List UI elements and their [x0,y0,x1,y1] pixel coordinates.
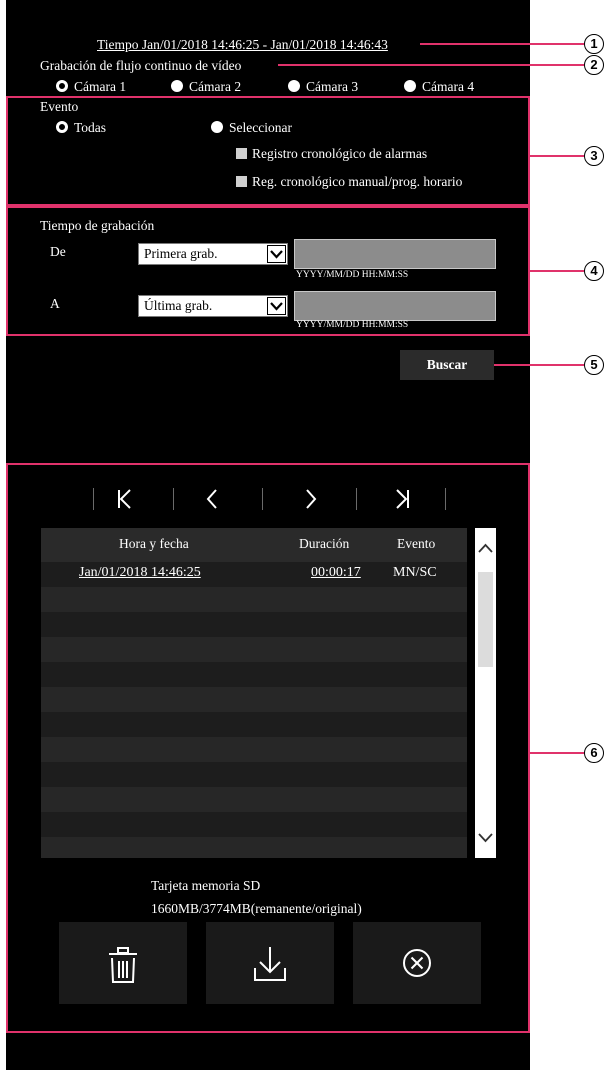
table-row[interactable]: Jan/01/2018 14:46:25 00:00:17 MN/SC [41,562,467,587]
callout-line-3 [530,155,584,157]
callout-5: 5 [584,355,604,375]
column-header-datetime: Hora y fecha [119,536,189,551]
chevron-down-icon[interactable] [477,832,494,844]
trash-icon [109,947,137,983]
chevron-down-icon [267,245,286,263]
chevron-up-icon[interactable] [477,542,494,554]
camera-2-label: Cámara 2 [189,79,242,94]
last-page-button[interactable] [392,487,412,515]
sd-card-capacity: 1660MB/3774MB(remanente/original) [151,901,362,916]
table-row [41,737,467,762]
nav-separator [356,488,357,510]
chevron-left-icon [206,489,217,509]
from-datetime-input[interactable] [294,239,496,269]
radio-selected-icon [56,80,68,92]
radio-unselected-icon [171,80,183,92]
chevron-down-icon [267,297,286,315]
callout-line-4 [530,270,584,272]
table-row [41,812,467,837]
chevron-right-icon [306,489,317,509]
alarm-log-label: Registro cronológico de alarmas [252,146,428,161]
camera-2-radio[interactable]: Cámara 2 [171,79,241,95]
from-select[interactable]: Primera grab. [138,243,288,265]
nav-separator [445,488,446,510]
manual-log-checkbox[interactable]: Reg. cronológico manual/prog. horario [236,174,462,190]
download-button[interactable] [206,922,334,1004]
checkbox-icon [236,148,247,159]
scrollbar-thumb[interactable] [478,572,493,667]
camera-3-label: Cámara 3 [306,79,359,94]
table-row [41,587,467,612]
radio-selected-icon [56,121,68,133]
manual-log-label: Reg. cronológico manual/prog. horario [252,174,463,189]
table-row [41,637,467,662]
table-row [41,612,467,637]
radio-unselected-icon [404,80,416,92]
next-page-button[interactable] [303,487,319,515]
row-datetime-link[interactable]: Jan/01/2018 14:46:25 [79,565,201,581]
event-select-radio[interactable]: Seleccionar [211,120,292,136]
table-row [41,762,467,787]
sd-card-title: Tarjeta memoria SD [151,878,261,893]
callout-line-5 [494,364,584,366]
column-header-event: Evento [397,536,436,551]
table-row [41,837,467,858]
table-row [41,687,467,712]
recording-time-title: Tiempo de grabación [40,218,155,233]
to-datetime-input[interactable] [294,291,496,321]
event-all-label: Todas [74,120,107,135]
callout-line-6 [530,752,584,754]
event-all-radio[interactable]: Todas [56,120,106,136]
nav-separator [93,488,94,510]
cancel-button[interactable] [353,922,481,1004]
camera-1-radio[interactable]: Cámara 1 [56,79,126,95]
radio-unselected-icon [211,121,223,133]
prev-page-button[interactable] [204,487,220,515]
callout-6: 6 [584,743,604,763]
delete-button[interactable] [59,922,187,1004]
to-format-hint: YYYY/MM/DD HH:MM:SS [296,320,409,330]
from-select-value: Primera grab. [144,246,218,261]
table-row [41,712,467,737]
row-event: MN/SC [393,565,437,580]
from-label: De [50,244,66,259]
event-select-label: Seleccionar [229,120,292,135]
last-page-icon [396,489,409,509]
recording-table: Hora y fecha Duración Evento Jan/01/2018… [41,528,467,858]
download-icon [254,947,286,981]
nav-separator [173,488,174,510]
table-header-row: Hora y fecha Duración Evento [41,528,467,562]
callout-3: 3 [584,146,604,166]
table-row [41,787,467,812]
camera-4-label: Cámara 4 [422,79,475,94]
nav-separator [262,488,263,510]
radio-unselected-icon [288,80,300,92]
first-page-icon [118,489,131,509]
row-duration-link[interactable]: 00:00:17 [311,565,361,581]
to-label: A [50,296,60,311]
camera-1-label: Cámara 1 [74,79,127,94]
checkbox-icon [236,176,247,187]
to-select[interactable]: Última grab. [138,295,288,317]
callout-2: 2 [584,55,604,75]
from-format-hint: YYYY/MM/DD HH:MM:SS [296,270,409,280]
close-circle-icon [403,949,431,977]
callout-line-2 [278,64,584,66]
first-page-button[interactable] [115,487,135,515]
callout-4: 4 [584,261,604,281]
camera-3-radio[interactable]: Cámara 3 [288,79,358,95]
column-header-duration: Duración [299,536,350,551]
table-row [41,662,467,687]
stream-title: Grabación de flujo continuo de vídeo [40,58,242,73]
search-button[interactable]: Buscar [400,350,494,380]
callout-line-1 [420,43,584,45]
alarm-log-checkbox[interactable]: Registro cronológico de alarmas [236,146,427,162]
camera-4-radio[interactable]: Cámara 4 [404,79,474,95]
time-range-link[interactable]: Tiempo Jan/01/2018 14:46:25 - Jan/01/201… [97,37,388,53]
event-title: Evento [40,99,79,114]
to-select-value: Última grab. [144,298,213,313]
callout-1: 1 [584,34,604,54]
table-scrollbar[interactable] [475,528,496,858]
